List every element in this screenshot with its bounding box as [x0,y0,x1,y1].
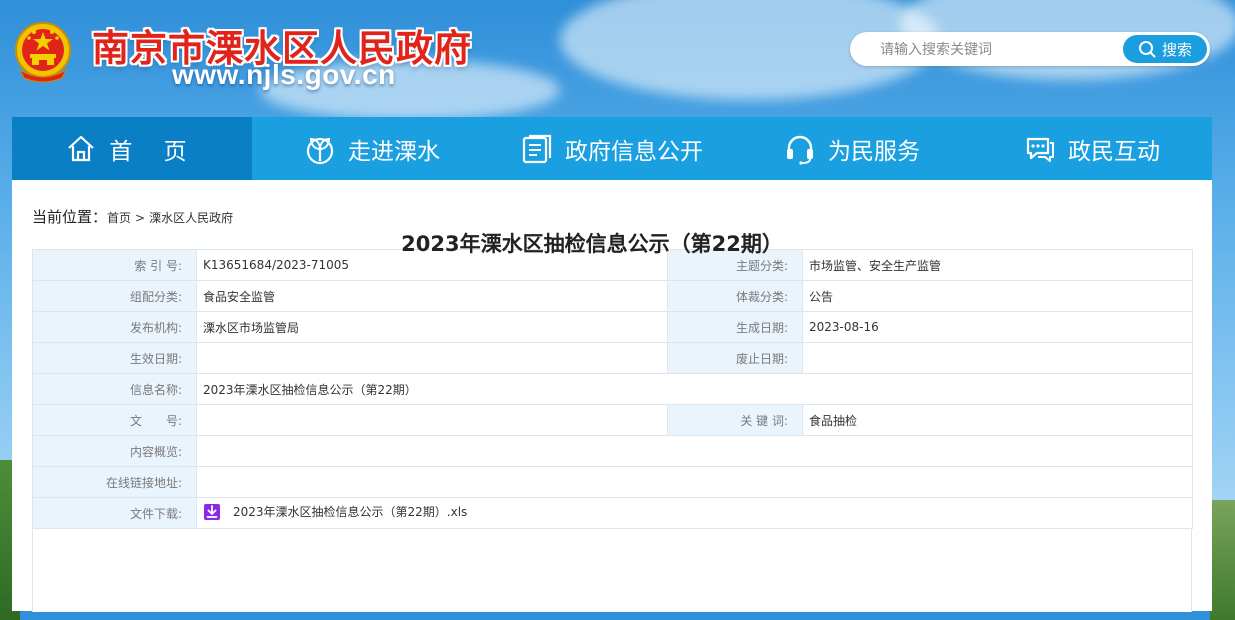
main-nav: 首 页 走进溧水 政府信息公开 为民服务 政民互动 [12,117,1212,180]
created-date-label: 生成日期: [667,311,803,343]
download-icon [204,503,220,520]
download-label: 文件下载: [32,497,197,529]
breadcrumb-label: 当前位置： [32,208,108,226]
genre-label: 体裁分类: [667,280,803,312]
national-emblem-icon [12,20,74,84]
online-link-value [196,466,1193,498]
online-link-label: 在线链接地址: [32,466,197,498]
keywords-label: 关 键 词: [667,404,803,436]
document-icon [522,134,552,163]
landscape-decoration [1210,500,1235,620]
info-title-label: 信息名称: [32,373,197,405]
chat-icon [1026,137,1054,162]
table-row: 组配分类: 食品安全监管 体裁分类: 公告 [32,280,1193,312]
breadcrumb-link-district-gov[interactable]: 溧水区人民政府 [149,209,233,226]
nav-item-gov-info[interactable]: 政府信息公开 [492,117,732,180]
nav-item-label: 走进溧水 [348,138,440,165]
effective-date-value [196,342,668,374]
breadcrumb-link-home[interactable]: 首页 [107,209,131,226]
main-content: 当前位置： 首页 > 溧水区人民政府 索 引 号: K13651684/2023… [12,180,1212,612]
breadcrumb-separator: > [135,211,146,225]
doc-number-label: 文 号: [32,404,197,436]
category-label: 组配分类: [32,280,197,312]
headset-icon [787,135,813,165]
created-date-value: 2023-08-16 [802,311,1193,343]
table-row: 文件下载: 2023年溧水区抽检信息公示（第22期）.xls [32,497,1193,529]
nav-item-home[interactable]: 首 页 [12,117,252,180]
sprout-icon [306,137,334,164]
article-panel [32,528,1192,612]
search-input[interactable] [850,32,1142,68]
table-row: 在线链接地址: [32,466,1193,498]
publisher-value: 溧水区市场监管局 [196,311,668,343]
info-title-value: 2023年溧水区抽检信息公示（第22期） [196,373,1193,405]
download-file-link[interactable]: 2023年溧水区抽检信息公示（第22期）.xls [203,503,467,521]
repeal-date-value [802,342,1193,374]
table-row: 文 号: 关 键 词: 食品抽检 [32,404,1193,436]
nav-item-about[interactable]: 走进溧水 [252,117,492,180]
summary-label: 内容概览: [32,435,197,467]
search-bar: 搜索 [850,32,1210,68]
nav-item-label: 首 页 [109,138,199,165]
table-row: 生效日期: 废止日期: [32,342,1193,374]
table-row: 信息名称: 2023年溧水区抽检信息公示（第22期） [32,373,1193,405]
nav-item-label: 政民互动 [1068,138,1160,165]
download-cell: 2023年溧水区抽检信息公示（第22期）.xls [196,497,1193,529]
breadcrumb: 当前位置： 首页 > 溧水区人民政府 [32,206,233,227]
genre-value: 公告 [802,280,1193,312]
doc-number-value [196,404,668,436]
download-file-name: 2023年溧水区抽检信息公示（第22期）.xls [233,505,468,519]
search-button-label: 搜索 [1161,40,1192,59]
search-button[interactable]: 搜索 [1123,35,1207,63]
site-url: www.njls.gov.cn [172,59,396,90]
home-icon [68,135,95,161]
nav-item-services[interactable]: 为民服务 [732,117,972,180]
search-icon [1138,41,1156,58]
article-title: 2023年溧水区抽检信息公示（第22期） [401,232,783,256]
nav-item-label: 政府信息公开 [565,138,703,165]
category-value: 食品安全监管 [196,280,668,312]
info-metadata-table: 索 引 号: K13651684/2023-71005 主题分类: 市场监管、安… [32,249,1193,529]
summary-value [196,435,1193,467]
table-row: 内容概览: [32,435,1193,467]
keywords-value: 食品抽检 [802,404,1193,436]
nav-item-label: 为民服务 [828,138,920,165]
effective-date-label: 生效日期: [32,342,197,374]
repeal-date-label: 废止日期: [667,342,803,374]
publisher-label: 发布机构: [32,311,197,343]
table-row: 发布机构: 溧水区市场监管局 生成日期: 2023-08-16 [32,311,1193,343]
nav-item-interaction[interactable]: 政民互动 [972,117,1212,180]
